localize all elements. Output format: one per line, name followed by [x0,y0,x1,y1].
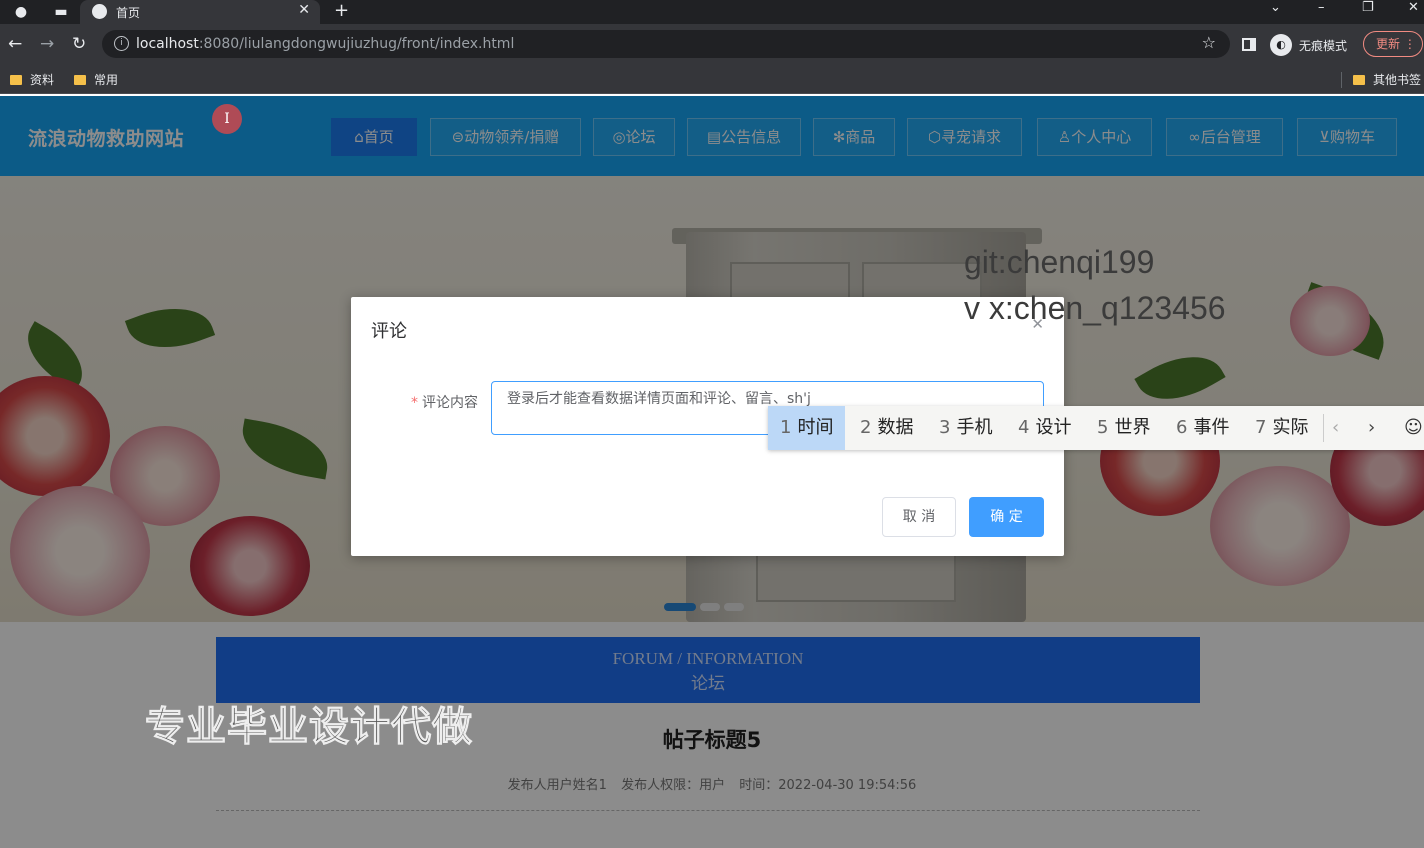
confirm-button[interactable]: 确 定 [969,497,1044,537]
forward-arrow-icon[interactable]: → [40,34,54,54]
bookmarks-bar: 资料 常用 其他书签 [0,64,1424,94]
screen: ● ▬ 首页 ✕ + ⌄ – ❐ ✕ ← → ↻ i localhost:808… [0,0,1424,848]
tab-list-icon[interactable]: ⌄ [1270,0,1281,15]
text-cursor-icon: I [212,104,242,134]
url-text: localhost:8080/liulangdongwujiuzhug/fron… [136,36,515,52]
update-button[interactable]: 更新 ⋮ [1363,31,1423,57]
restore-icon[interactable]: ❐ [1362,0,1374,15]
watermark-line1: git:chenqi199 [964,244,1155,280]
watermark-line2: v x:chen_q123456 [964,290,1226,326]
required-mark: * [411,395,418,411]
back-arrow-icon[interactable]: ← [8,34,22,54]
bookmark-folder-changyong[interactable]: 常用 [74,71,118,88]
bookmark-folder-ziliao[interactable]: 资料 [10,71,54,88]
ime-candidate[interactable]: 2 数据 [860,406,913,450]
bookmarks-divider [1341,72,1342,88]
ime-candidate[interactable]: 5 世界 [1097,406,1150,450]
site-info-icon[interactable]: i [114,36,129,51]
minimize-icon[interactable]: – [1318,0,1325,15]
ime-candidate[interactable]: 1 时间 [768,406,846,450]
window-close-icon[interactable]: ✕ [1408,0,1419,15]
browser-globe-icon[interactable]: ● [12,3,30,21]
reload-icon[interactable]: ↻ [72,34,86,54]
side-panel-icon[interactable] [1242,38,1256,51]
browser-tab-active[interactable]: 首页 ✕ [80,0,320,24]
tab-close-icon[interactable]: ✕ [298,2,310,18]
folder-icon [1353,75,1365,85]
ime-next-icon[interactable]: › [1368,406,1375,450]
tab-favicon-icon [92,4,107,19]
ime-candidate[interactable]: 3 手机 [939,406,992,450]
incognito-label: 无痕模式 [1299,39,1348,53]
ime-candidate[interactable]: 6 事件 [1176,406,1229,450]
ime-divider [1323,414,1324,442]
browser-toolbar: ← → ↻ i localhost:8080/liulangdongwujiuz… [0,24,1424,64]
tab-title: 首页 [116,6,141,20]
comment-field-label: * 评论内容 [411,395,478,411]
bookmark-star-icon[interactable]: ☆ [1202,33,1216,52]
tab-search-icon[interactable]: ▬ [52,3,70,21]
emoji-icon[interactable]: ☺ [1404,406,1423,450]
folder-icon [10,75,22,85]
folder-icon [74,75,86,85]
incognito-icon: ◐ [1270,34,1292,56]
bookmark-folder-other[interactable]: 其他书签 [1353,71,1421,88]
dialog-title: 评论 [371,321,407,342]
address-bar[interactable]: i localhost:8080/liulangdongwujiuzhug/fr… [102,30,1230,58]
ime-candidate[interactable]: 4 设计 [1018,406,1071,450]
ime-candidate[interactable]: 7 实际 [1255,406,1308,450]
new-tab-icon[interactable]: + [334,0,349,21]
cancel-button[interactable]: 取 消 [882,497,956,537]
ime-candidate-bar: 1 时间 2 数据 3 手机 4 设计 5 世界 6 事件 7 实际 ‹ › ☺ [768,406,1424,450]
ime-prev-icon[interactable]: ‹ [1332,406,1339,450]
promo-watermark: 专业毕业设计代做 [145,704,473,751]
browser-tab-bar: ● ▬ 首页 ✕ + ⌄ – ❐ ✕ [0,0,1424,24]
